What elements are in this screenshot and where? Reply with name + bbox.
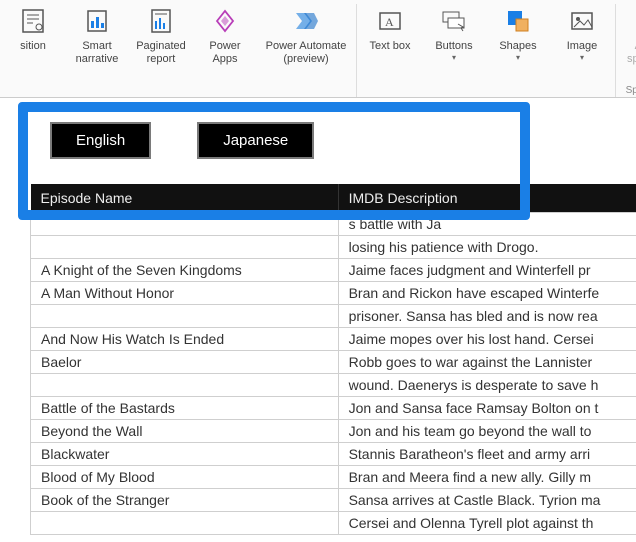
- column-header[interactable]: IMDB Description: [338, 184, 636, 213]
- ribbon-item-label: Paginated report: [134, 40, 188, 66]
- smart-narrative-button[interactable]: Smart narrative: [70, 4, 124, 66]
- ribbon-group: AText boxButtons▾Shapes▾Image▾: [357, 4, 616, 98]
- ribbon-group-caption: Sparklines: [626, 85, 636, 96]
- chevron-down-icon: ▾: [452, 53, 456, 62]
- episode-name-cell: [31, 213, 339, 236]
- table-row[interactable]: A Knight of the Seven KingdomsJaime face…: [31, 259, 636, 282]
- description-cell: Jon and Sansa face Ramsay Bolton on t: [338, 397, 636, 420]
- power-automate-button[interactable]: Power Automate (preview): [262, 4, 350, 66]
- power-apps-button[interactable]: Power Apps: [198, 4, 252, 66]
- add-sparkline-button: Add a sparkline: [622, 4, 636, 66]
- table-row[interactable]: prisoner. Sansa has bled and is now rea: [31, 305, 636, 328]
- chevron-down-icon: ▾: [580, 53, 584, 62]
- episode-name-cell: Blood of My Blood: [31, 466, 339, 489]
- episode-name-cell: Book of the Stranger: [31, 489, 339, 512]
- papps-icon: [211, 4, 239, 38]
- ribbon-group: sition Smart narrative Paginated report Pow…: [0, 4, 357, 98]
- svg-text:A: A: [385, 15, 394, 29]
- description-cell: Bran and Meera find a new ally. Gilly m: [338, 466, 636, 489]
- pautomate-icon: [292, 4, 320, 38]
- table-row[interactable]: BaelorRobb goes to war against the Lanni…: [31, 351, 636, 374]
- episode-name-cell: And Now His Watch Is Ended: [31, 328, 339, 351]
- ribbon-item-label: Power Automate (preview): [262, 40, 350, 66]
- ribbon-item-label: Add a sparkline: [622, 40, 636, 66]
- table-row[interactable]: Beyond the WallJon and his team go beyon…: [31, 420, 636, 443]
- narrative-icon: [83, 4, 111, 38]
- table-row[interactable]: Book of the StrangerSansa arrives at Cas…: [31, 489, 636, 512]
- description-cell: losing his patience with Drogo.: [338, 236, 636, 259]
- table-row[interactable]: wound. Daenerys is desperate to save h: [31, 374, 636, 397]
- episode-name-cell: Baelor: [31, 351, 339, 374]
- table-row[interactable]: Blood of My BloodBran and Meera find a n…: [31, 466, 636, 489]
- ribbon-item-label: Buttons: [435, 40, 472, 53]
- episode-name-cell: A Man Without Honor: [31, 282, 339, 305]
- episode-name-cell: Beyond the Wall: [31, 420, 339, 443]
- description-cell: Jaime faces judgment and Winterfell pr: [338, 259, 636, 282]
- table-row[interactable]: And Now His Watch Is EndedJaime mopes ov…: [31, 328, 636, 351]
- table-row[interactable]: Battle of the BastardsJon and Sansa face…: [31, 397, 636, 420]
- table-row[interactable]: Cersei and Olenna Tyrell plot against th: [31, 512, 636, 535]
- description-cell: Cersei and Olenna Tyrell plot against th: [338, 512, 636, 535]
- ribbon-item-label: Shapes: [499, 40, 536, 53]
- shapes-icon: [504, 4, 532, 38]
- episode-name-cell: [31, 236, 339, 259]
- table-row[interactable]: BlackwaterStannis Baratheon's fleet and …: [31, 443, 636, 466]
- textbox-icon: A: [376, 4, 404, 38]
- language-buttons-row: English Japanese: [50, 122, 314, 159]
- ribbon-group: Add a sparkline Sparklines: [616, 4, 636, 98]
- description-cell: s battle with Ja: [338, 213, 636, 236]
- text-box-button[interactable]: A Text box: [363, 4, 417, 53]
- buttons-icon: [440, 4, 468, 38]
- episode-name-cell: Battle of the Bastards: [31, 397, 339, 420]
- episode-name-cell: [31, 374, 339, 397]
- description-cell: wound. Daenerys is desperate to save h: [338, 374, 636, 397]
- ribbon-item-label: Power Apps: [198, 40, 252, 66]
- description-cell: Stannis Baratheon's fleet and army arri: [338, 443, 636, 466]
- ribbon-item-label: Smart narrative: [70, 40, 124, 66]
- image-icon: [568, 4, 596, 38]
- episode-name-cell: [31, 305, 339, 328]
- buttons-button[interactable]: Buttons▾: [427, 4, 481, 62]
- ribbon-toolbar: sition Smart narrative Paginated report Pow…: [0, 0, 636, 98]
- ribbon-item-label: Image: [567, 40, 598, 53]
- episode-name-cell: A Knight of the Seven Kingdoms: [31, 259, 339, 282]
- episodes-table: Episode NameIMDB Description s battle wi…: [30, 184, 636, 535]
- table-row[interactable]: s battle with Ja: [31, 213, 636, 236]
- description-cell: Jon and his team go beyond the wall to: [338, 420, 636, 443]
- ribbon-item-label: sition: [20, 40, 46, 53]
- paginated-report-button[interactable]: Paginated report: [134, 4, 188, 66]
- chevron-down-icon: ▾: [516, 53, 520, 62]
- description-cell: prisoner. Sansa has bled and is now rea: [338, 305, 636, 328]
- shapes-button[interactable]: Shapes▾: [491, 4, 545, 62]
- episode-name-cell: [31, 512, 339, 535]
- report-icon: [147, 4, 175, 38]
- description-cell: Robb goes to war against the Lannister: [338, 351, 636, 374]
- image-button[interactable]: Image▾: [555, 4, 609, 62]
- description-cell: Jaime mopes over his lost hand. Cersei: [338, 328, 636, 351]
- table-row[interactable]: losing his patience with Drogo.: [31, 236, 636, 259]
- table-row[interactable]: A Man Without HonorBran and Rickon have …: [31, 282, 636, 305]
- english-button[interactable]: English: [50, 122, 151, 159]
- description-cell: Bran and Rickon have escaped Winterfe: [338, 282, 636, 305]
- japanese-button[interactable]: Japanese: [197, 122, 314, 159]
- ribbon-item-label: Text box: [370, 40, 411, 53]
- description-cell: Sansa arrives at Castle Black. Tyrion ma: [338, 489, 636, 512]
- column-header[interactable]: Episode Name: [31, 184, 339, 213]
- episode-name-cell: Blackwater: [31, 443, 339, 466]
- decomposition-button[interactable]: sition: [6, 4, 60, 53]
- decomp-icon: [19, 4, 47, 38]
